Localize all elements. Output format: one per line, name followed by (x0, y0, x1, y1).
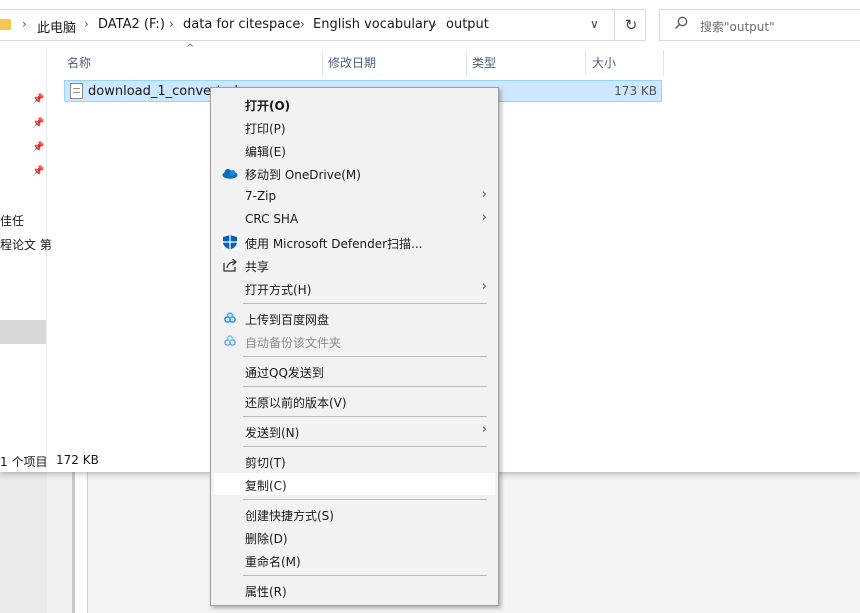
breadcrumb-drive[interactable]: DATA2 (F:) (98, 17, 165, 32)
menu-item-restore-versions[interactable]: 还原以前的版本(V) (214, 390, 495, 412)
navigation-pane: 📌 📌 📌 📌 佳任 程论文 第 (0, 48, 52, 472)
search-box[interactable]: 搜索"output" (659, 9, 860, 41)
menu-item-create-shortcut[interactable]: 创建快捷方式(S) (214, 503, 495, 525)
submenu-arrow-icon: › (481, 422, 487, 437)
menu-item-open-with[interactable]: 打开方式(H) › (214, 277, 495, 299)
submenu-arrow-icon: › (481, 279, 487, 294)
breadcrumb-folder-output[interactable]: output (446, 17, 489, 32)
pin-icon: 📌 (32, 94, 45, 105)
column-header-size[interactable]: 大小 (592, 54, 616, 71)
menu-separator (243, 499, 487, 500)
column-header-name[interactable]: 名称 (67, 54, 91, 71)
breadcrumb-this-pc[interactable]: 此电脑 (37, 17, 76, 36)
submenu-arrow-icon: › (481, 187, 487, 202)
pin-icon: 📌 (32, 142, 45, 153)
menu-item-edit[interactable]: 编辑(E) (214, 139, 495, 161)
sort-up-icon: ^ (186, 43, 195, 54)
address-divider (614, 10, 615, 40)
submenu-arrow-icon: › (481, 210, 487, 225)
column-separator[interactable] (663, 50, 664, 76)
breadcrumb-separator: › (300, 17, 305, 31)
column-separator[interactable] (585, 50, 586, 76)
nav-item-2[interactable]: 程论文 第 (0, 236, 52, 253)
menu-item-share[interactable]: 共享 (214, 254, 495, 276)
status-item-count: 1 个项目 (0, 455, 48, 469)
search-icon (675, 16, 688, 29)
address-bar[interactable]: › 此电脑 › DATA2 (F:) › data for citespace … (0, 9, 646, 41)
share-icon (223, 258, 237, 272)
menu-item-rename[interactable]: 重命名(M) (214, 549, 495, 571)
menu-separator (243, 386, 487, 387)
menu-separator (243, 575, 487, 576)
menu-item-move-to-onedrive[interactable]: 移动到 OneDrive(M) (214, 162, 495, 184)
background-left (0, 472, 47, 613)
refresh-button[interactable]: ↻ (620, 14, 642, 36)
background-document-edge (72, 472, 88, 613)
menu-item-upload-baidu[interactable]: 上传到百度网盘 (214, 307, 495, 329)
context-menu: 打开(O) 打印(P) 编辑(E) 移动到 OneDrive(M) 7-Zip … (210, 87, 499, 606)
menu-item-delete[interactable]: 删除(D) (214, 526, 495, 548)
pin-icon: 📌 (32, 118, 45, 129)
breadcrumb-folder-vocabulary[interactable]: English vocabulary (313, 17, 436, 32)
breadcrumb-separator: › (22, 17, 27, 31)
pin-icon: 📌 (32, 166, 45, 177)
menu-separator (243, 356, 487, 357)
menu-item-send-via-qq[interactable]: 通过QQ发送到 (214, 360, 495, 382)
defender-shield-icon (222, 234, 239, 250)
address-history-dropdown[interactable]: ∨ (590, 17, 599, 31)
menu-item-properties[interactable]: 属性(R) (214, 579, 495, 601)
nav-item-selected[interactable] (0, 320, 46, 344)
breadcrumb-separator: › (84, 17, 89, 31)
menu-separator (243, 303, 487, 304)
menu-item-print[interactable]: 打印(P) (214, 116, 495, 138)
menu-item-defender-scan[interactable]: 使用 Microsoft Defender扫描... (214, 231, 495, 253)
menu-item-crc-sha[interactable]: CRC SHA › (214, 208, 495, 230)
column-separator[interactable] (466, 50, 467, 76)
text-file-icon (70, 83, 83, 99)
column-header-date[interactable]: 修改日期 (328, 54, 376, 71)
menu-item-open[interactable]: 打开(O) (214, 93, 495, 115)
search-input[interactable]: 搜索"output" (700, 18, 775, 35)
onedrive-icon (222, 168, 238, 179)
breadcrumb-separator: › (169, 17, 174, 31)
menu-item-7zip[interactable]: 7-Zip › (214, 185, 495, 207)
menu-item-send-to[interactable]: 发送到(N) › (214, 420, 495, 442)
file-size: 173 KB (614, 84, 657, 98)
folder-icon (0, 19, 11, 30)
nav-item-1[interactable]: 佳任 (0, 212, 24, 229)
menu-separator (243, 446, 487, 447)
menu-separator (243, 416, 487, 417)
column-header-type[interactable]: 类型 (472, 54, 496, 71)
baidu-netdisk-icon (223, 311, 237, 325)
menu-item-auto-backup[interactable]: 自动备份该文件夹 (214, 330, 495, 352)
breadcrumb-folder-data[interactable]: data for citespace (183, 17, 300, 32)
status-selected-size: 172 KB (56, 453, 99, 467)
baidu-netdisk-icon (223, 334, 237, 348)
menu-item-cut[interactable]: 剪切(T) (214, 450, 495, 472)
breadcrumb-separator: › (432, 17, 437, 31)
menu-item-copy[interactable]: 复制(C) (214, 473, 495, 495)
column-separator[interactable] (322, 50, 323, 76)
